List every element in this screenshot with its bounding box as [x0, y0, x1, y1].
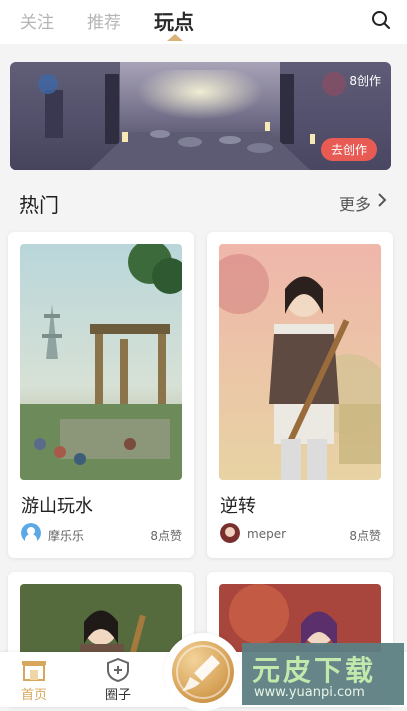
nav-home-label: 首页 [20, 688, 47, 703]
go-create-button[interactable]: 去创作 [320, 138, 377, 161]
home-icon [22, 661, 46, 681]
watermark-main: 元皮下载 [252, 654, 377, 687]
watermark-url: www.yuanpi.com [254, 685, 365, 700]
brush-icon [172, 641, 234, 703]
more-link[interactable]: 更多 [339, 191, 371, 215]
author-name[interactable]: 摩乐乐 [48, 527, 84, 544]
section-title: 热门 [19, 193, 59, 217]
tab-follow[interactable]: 关注 [20, 8, 54, 33]
post-card[interactable]: 游山玩水 摩乐乐 8点赞 [8, 232, 194, 558]
post-title: 逆转 [220, 496, 256, 517]
chevron-right-icon[interactable] [377, 192, 387, 208]
like-count: 8点赞 [150, 529, 182, 543]
post-image [20, 244, 182, 480]
avatar[interactable] [21, 523, 41, 543]
hot-section-header: 热门 更多 [0, 186, 407, 220]
top-tab-bar: 关注 推荐 玩点 [0, 0, 407, 44]
watermark-logo: 元皮下载 www.yuanpi.com [242, 643, 404, 705]
nav-home[interactable]: 首页 [12, 658, 56, 703]
tab-play[interactable]: 玩点 [154, 6, 194, 35]
post-image [219, 244, 381, 480]
avatar[interactable] [220, 523, 240, 543]
author-name[interactable]: meper [247, 527, 286, 541]
post-card[interactable]: 逆转 meper 8点赞 [207, 232, 393, 558]
like-count: 8点赞 [349, 529, 381, 543]
active-tab-indicator [167, 34, 183, 41]
tab-recommend[interactable]: 推荐 [87, 8, 121, 33]
search-icon[interactable] [371, 10, 391, 30]
nav-circle[interactable]: 圈子 [96, 658, 140, 703]
creation-count: 8创作 [349, 74, 381, 88]
circle-shield-icon [107, 658, 129, 682]
post-title: 游山玩水 [21, 496, 93, 517]
create-fab[interactable] [164, 633, 242, 711]
nav-circle-label: 圈子 [104, 688, 131, 703]
featured-banner[interactable]: 8创作 去创作 [10, 62, 391, 170]
